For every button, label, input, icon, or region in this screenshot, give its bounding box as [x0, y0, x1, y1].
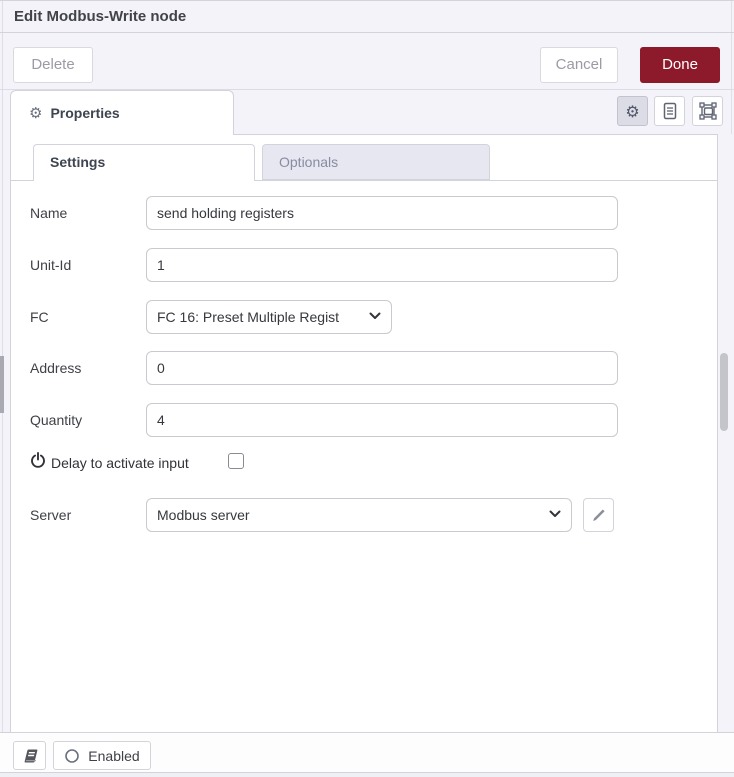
gear-icon: ⚙ [29, 104, 42, 122]
appearance-icon [699, 102, 717, 120]
description-icon-button[interactable] [654, 96, 685, 126]
delete-button[interactable]: Delete [13, 47, 93, 83]
footer-divider [0, 732, 734, 733]
gear-icon: ⚙ [625, 102, 639, 121]
docs-button[interactable] [13, 741, 46, 770]
properties-tab-label: Properties [50, 105, 119, 121]
power-icon [30, 452, 46, 469]
properties-icon-button[interactable]: ⚙ [617, 96, 648, 126]
enabled-toggle-button[interactable]: Enabled [53, 741, 151, 770]
unit-id-label: Unit-Id [30, 257, 71, 273]
unit-id-input[interactable] [146, 248, 618, 282]
tab-properties[interactable]: ⚙ Properties [10, 90, 234, 135]
address-label: Address [30, 360, 81, 376]
done-button[interactable]: Done [640, 47, 720, 83]
edit-node-dialog: Edit Modbus-Write node Delete Cancel Don… [0, 0, 734, 777]
edit-server-button[interactable] [583, 498, 614, 532]
server-select-value: Modbus server [157, 507, 250, 523]
address-input[interactable] [146, 351, 618, 385]
name-input[interactable] [146, 196, 618, 230]
quantity-input[interactable] [146, 403, 618, 437]
cancel-button[interactable]: Cancel [540, 47, 618, 83]
panel-scrollbar-thumb[interactable] [720, 353, 728, 431]
fc-label: FC [30, 309, 49, 325]
status-circle-icon [64, 748, 80, 764]
delay-checkbox[interactable] [228, 453, 244, 469]
document-icon [662, 102, 678, 120]
book-icon [21, 748, 39, 764]
footer-bottom-divider [0, 772, 734, 773]
pencil-icon [591, 508, 606, 523]
dialog-title: Edit Modbus-Write node [14, 1, 186, 32]
chevron-down-icon [549, 510, 561, 518]
chevron-down-icon [369, 312, 381, 320]
server-select[interactable]: Modbus server [146, 498, 572, 532]
header-divider [0, 32, 734, 33]
tab-settings[interactable]: Settings [33, 144, 255, 181]
name-label: Name [30, 205, 67, 221]
server-label: Server [30, 507, 71, 523]
left-scrollbar-thumb[interactable] [0, 356, 4, 413]
fc-select[interactable]: FC 16: Preset Multiple Regist [146, 300, 392, 334]
enabled-label: Enabled [88, 748, 139, 764]
quantity-label: Quantity [30, 412, 82, 428]
window-right-border [731, 1, 732, 134]
appearance-icon-button[interactable] [692, 96, 723, 126]
delay-label: Delay to activate input [51, 455, 189, 471]
bottom-strip [0, 773, 734, 777]
fc-select-value: FC 16: Preset Multiple Regist [157, 309, 339, 325]
tab-optionals[interactable]: Optionals [262, 144, 490, 180]
